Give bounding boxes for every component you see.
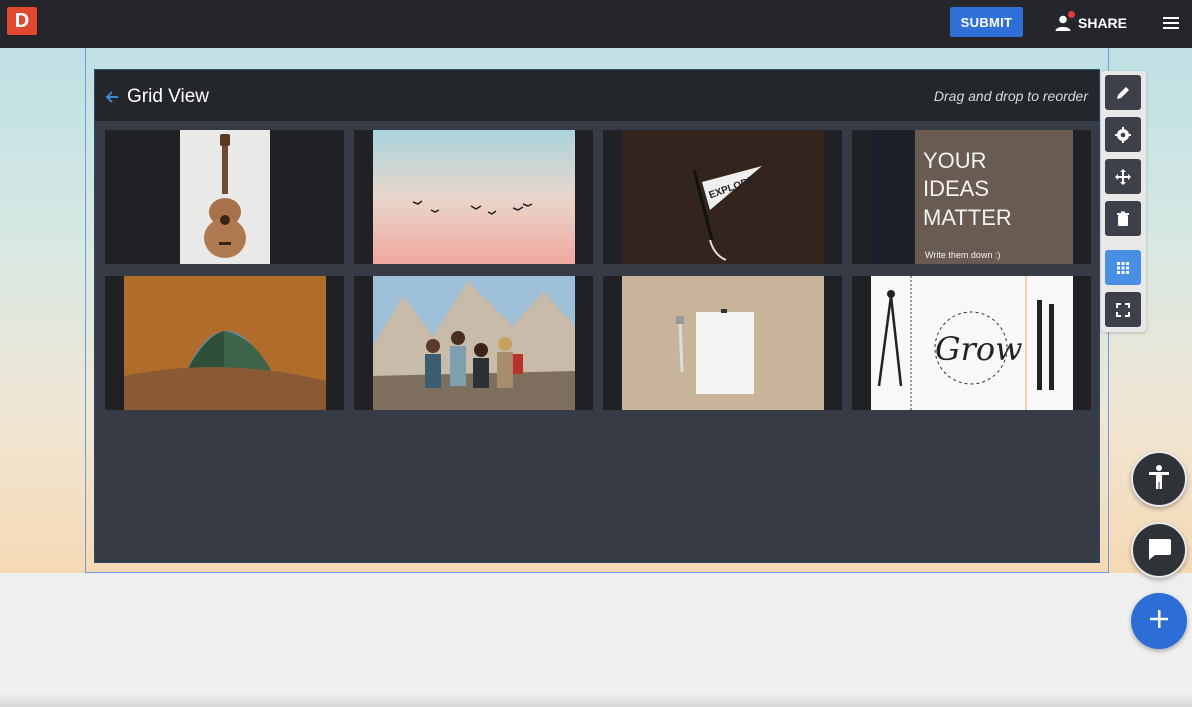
submit-button[interactable]: SUBMIT [950, 7, 1023, 37]
grid-tile[interactable] [603, 276, 842, 410]
drawing-text: Grow [935, 330, 1023, 368]
bottom-edge [0, 693, 1192, 707]
panel-header: Grid View Drag and drop to reorder [95, 70, 1099, 121]
plus-icon [1147, 607, 1171, 636]
sign-line-4: Write them down :) [925, 250, 1000, 260]
pencil-icon[interactable] [1105, 75, 1141, 110]
grid-tile[interactable] [105, 130, 344, 264]
grid-tile[interactable] [354, 130, 593, 264]
grid-tile[interactable]: YOUR IDEAS MATTER Write them down :) [852, 130, 1091, 264]
fullscreen-icon[interactable] [1105, 292, 1141, 327]
app-logo[interactable]: D [7, 7, 37, 35]
gear-icon[interactable] [1105, 117, 1141, 152]
image-grid: EXPLORE YOUR IDEAS MATTER Write them dow… [105, 130, 1091, 410]
sign-line-1: YOUR [923, 148, 987, 173]
ideas-sign-image: YOUR IDEAS MATTER Write them down :) [870, 130, 1073, 264]
block-toolbar [1101, 71, 1146, 332]
arrow-left-icon[interactable] [104, 89, 120, 105]
share-button[interactable]: SHARE [1054, 10, 1127, 36]
grow-drawing-image: Grow [870, 276, 1073, 410]
chat-icon [1145, 534, 1173, 567]
panel-title: Grid View [127, 86, 210, 107]
person-icon [1054, 11, 1075, 32]
ukulele-image [179, 130, 270, 264]
add-button[interactable] [1131, 593, 1187, 649]
birds-sunset-image [372, 130, 575, 264]
move-icon[interactable] [1105, 159, 1141, 194]
logo-letter: D [14, 9, 30, 32]
chat-button[interactable] [1131, 522, 1187, 578]
tent-forest-image [123, 276, 326, 410]
reorder-hint: Drag and drop to reorder [933, 88, 1088, 104]
accessibility-button[interactable] [1131, 451, 1187, 507]
grid-view-panel: Grid View Drag and drop to reorder EXPLO… [94, 69, 1100, 563]
sign-line-2: IDEAS [923, 176, 989, 201]
sign-line-3: MATTER [923, 205, 1012, 230]
grid-tile[interactable]: EXPLORE [603, 130, 842, 264]
notification-dot [1068, 11, 1075, 18]
paper-pen-image [621, 276, 824, 410]
hikers-image [372, 276, 575, 410]
grid-tile[interactable] [354, 276, 593, 410]
explore-pennant-image: EXPLORE [621, 130, 824, 264]
hamburger-icon[interactable] [1162, 14, 1180, 32]
trash-icon[interactable] [1105, 201, 1141, 236]
grid-icon[interactable] [1105, 250, 1141, 285]
accessibility-icon [1145, 463, 1173, 496]
share-label: SHARE [1078, 15, 1128, 31]
top-bar: D SUBMIT SHARE [0, 0, 1192, 48]
grid-tile[interactable]: Grow [852, 276, 1091, 410]
grid-tile[interactable] [105, 276, 344, 410]
